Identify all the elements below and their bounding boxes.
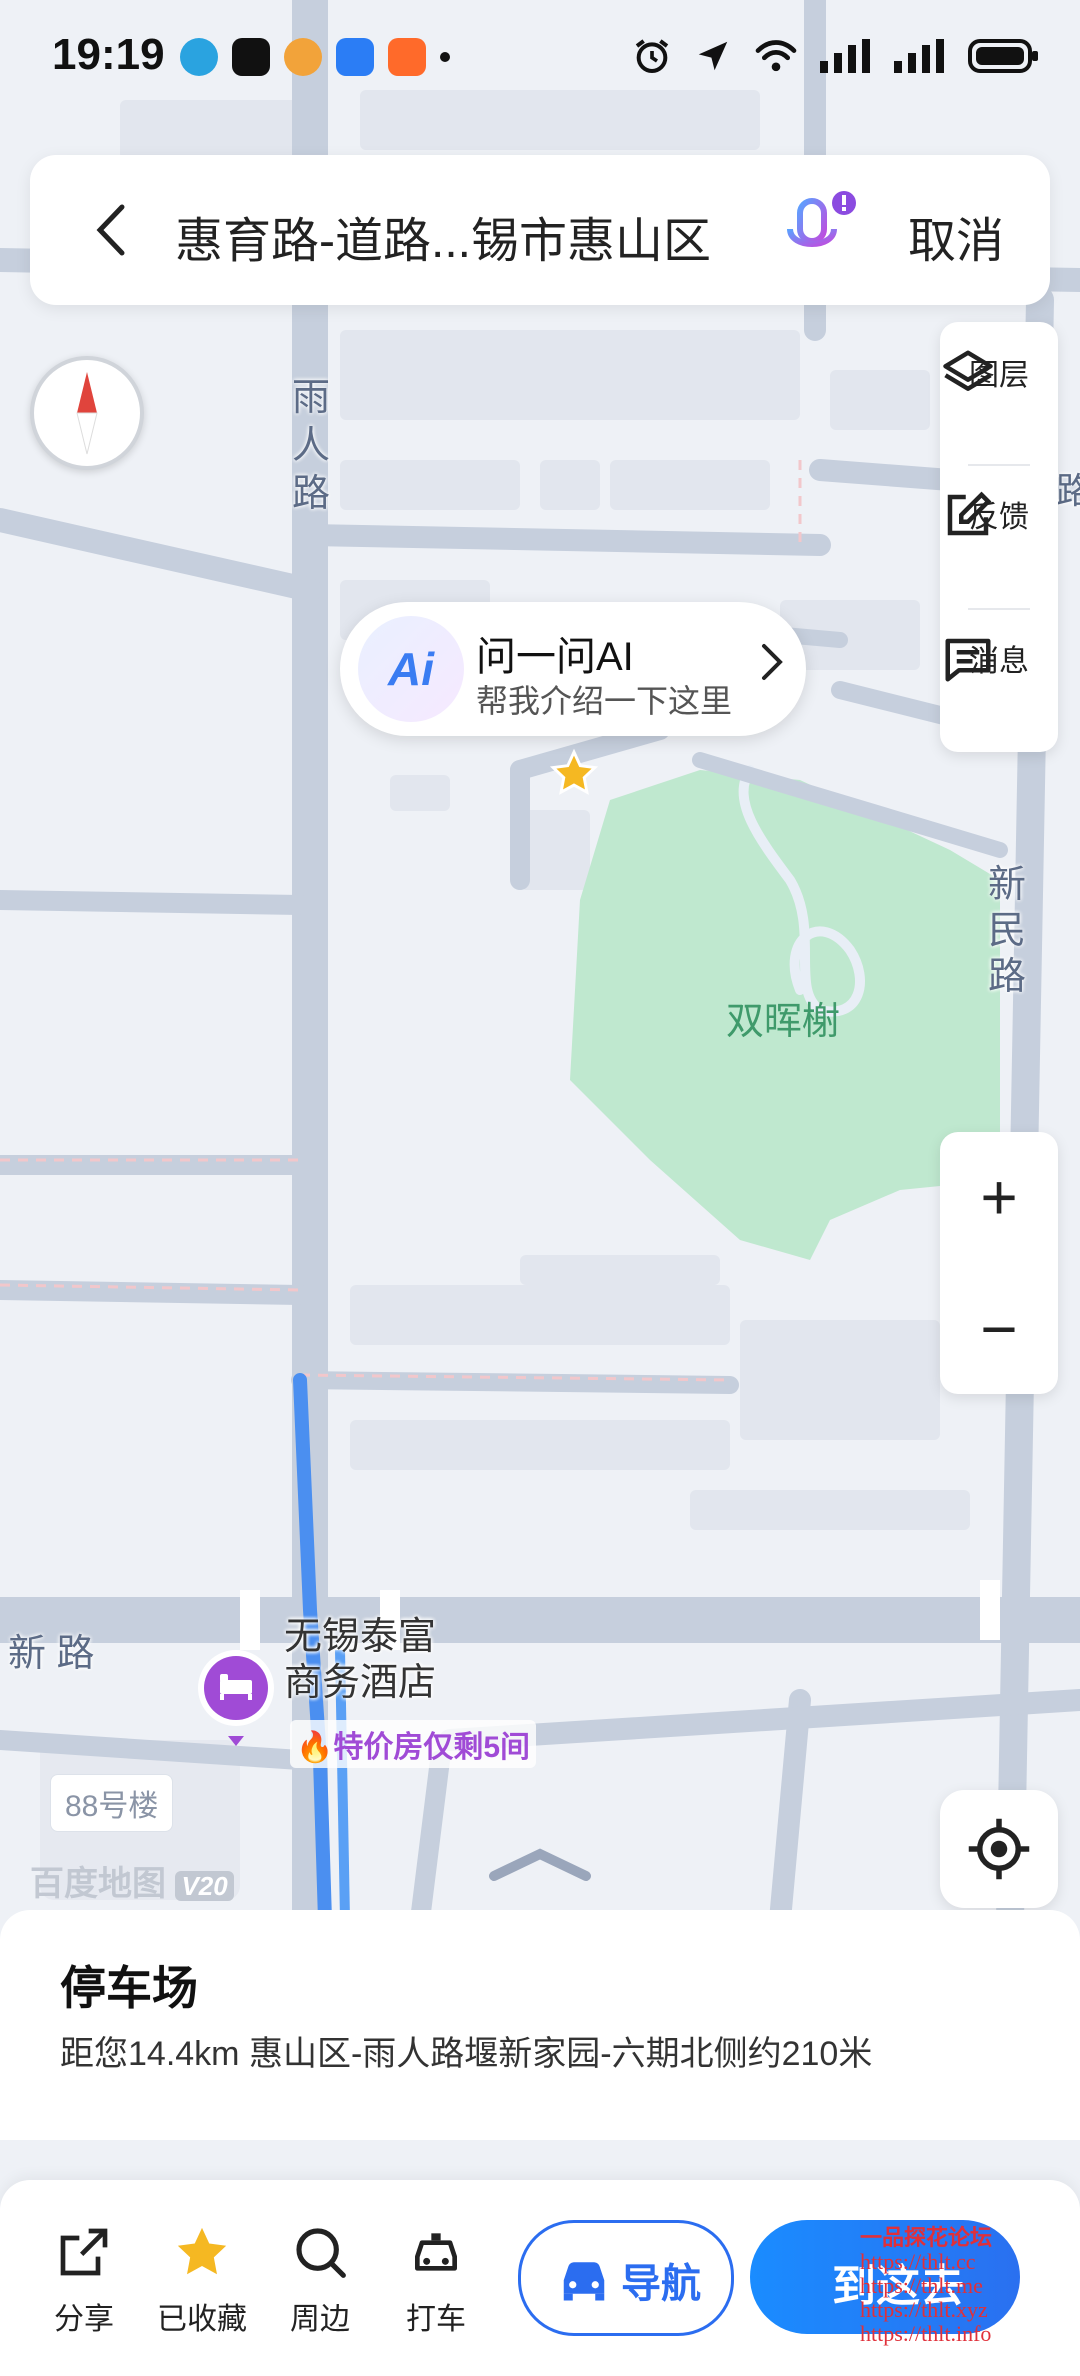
search-icon — [270, 2220, 370, 2284]
ask-ai-bubble[interactable]: Ai 问一问AI 帮我介绍一下这里 — [340, 602, 806, 736]
compass-icon[interactable] — [30, 356, 144, 470]
overlay-line: https://thlt.info — [860, 2321, 992, 2346]
status-time: 19:19 — [52, 30, 165, 79]
zoom-in-button[interactable]: + — [940, 1132, 1058, 1262]
taxi-button[interactable]: 打车 — [386, 2220, 486, 2338]
road-label-xinmin: 新民路 — [988, 864, 1027, 998]
share-label: 分享 — [54, 2303, 114, 2336]
map-watermark: 百度地图 V20 — [30, 1856, 234, 1905]
cancel-button[interactable]: 取消 — [908, 201, 1004, 271]
ai-subtitle: 帮我介绍一下这里 — [476, 683, 733, 719]
overlay-line: https://thlt.me — [860, 2273, 983, 2298]
watermark-brand: 百度地图 — [30, 1865, 166, 1903]
hotel-deal-badge: 🔥特价房仅剩5间 — [290, 1720, 537, 1768]
tools-divider — [968, 464, 1030, 466]
app-icon — [336, 38, 374, 76]
locate-me-button[interactable] — [940, 1790, 1058, 1908]
overlay-line: https://thlt.xyz — [860, 2297, 988, 2322]
voice-mic-icon[interactable] — [774, 189, 858, 278]
ai-logo-text: Ai — [388, 643, 434, 695]
zoom-out-button[interactable]: − — [940, 1264, 1058, 1394]
nearby-label: 周边 — [290, 2303, 350, 2336]
place-distance-address: 距您14.4km 惠山区-雨人路堰新家园-六期北侧约210米 — [60, 2035, 873, 2073]
taobao-icon — [388, 38, 426, 76]
alarm-icon — [632, 36, 672, 81]
taxi-icon — [386, 2220, 486, 2284]
place-title: 停车场 — [60, 1962, 198, 2014]
road-label-yuren: 雨人路 — [292, 377, 331, 515]
navigate-button[interactable]: 导航 — [518, 2220, 734, 2336]
signal-icon — [894, 39, 946, 78]
more-dot-icon — [440, 52, 450, 62]
status-indicators — [632, 36, 1040, 81]
signal-icon — [820, 39, 872, 78]
hotel-name-line1: 无锡泰富 — [284, 1616, 437, 1658]
tools-divider — [968, 608, 1030, 610]
hotel-name[interactable]: 无锡泰富 商务酒店 — [284, 1614, 436, 1706]
navigate-label: 导航 — [621, 2262, 701, 2306]
watermark-version: V20 — [175, 1871, 234, 1901]
overlay-watermark-text: 一品探花论坛 https://thlt.cc https://thlt.me h… — [860, 2226, 992, 2346]
building-tag: 88号楼 — [50, 1774, 174, 1832]
zoom-controls: + − — [940, 1132, 1058, 1394]
fire-icon: 🔥 — [296, 1731, 334, 1764]
back-arrow-icon[interactable] — [92, 203, 128, 262]
location-arrow-icon — [694, 37, 732, 80]
road-label-xin: 新 路 — [8, 1633, 95, 1675]
hotel-name-line2: 商务酒店 — [284, 1662, 437, 1704]
star-icon — [152, 2220, 252, 2284]
overlay-line: https://thlt.cc — [860, 2249, 976, 2274]
map-tools-panel: 图层 反馈 消息 — [940, 322, 1058, 752]
share-icon — [34, 2220, 134, 2284]
park-label: 双晖榭 — [726, 1001, 841, 1043]
nearby-button[interactable]: 周边 — [270, 2220, 370, 2338]
overlay-line: 一品探花论坛 — [860, 2225, 993, 2250]
search-bar[interactable]: 惠育路-道路...锡市惠山区 取消 — [30, 155, 1050, 305]
saved-label: 已收藏 — [157, 2303, 247, 2336]
place-detail-sheet[interactable]: 停车场 距您14.4km 惠山区-雨人路堰新家园-六期北侧约210米 — [0, 1910, 1080, 2140]
layers-button[interactable]: 图层 — [940, 346, 1058, 394]
app-icon — [232, 38, 270, 76]
basketball-icon — [284, 38, 322, 76]
battery-icon — [968, 39, 1040, 78]
status-bar: 19:19 — [0, 0, 1080, 118]
notification-icons — [180, 38, 450, 76]
message-button[interactable]: 消息 — [940, 632, 1058, 682]
saved-button[interactable]: 已收藏 — [152, 2220, 252, 2338]
telegram-icon — [180, 38, 218, 76]
taxi-label: 打车 — [406, 2303, 466, 2336]
feedback-button[interactable]: 反馈 — [940, 488, 1058, 536]
share-button[interactable]: 分享 — [34, 2220, 134, 2338]
ai-logo-icon: Ai — [358, 616, 464, 722]
ai-title: 问一问AI — [476, 635, 634, 679]
search-query-text[interactable]: 惠育路-道路...锡市惠山区 — [175, 201, 711, 271]
wifi-icon — [754, 38, 798, 79]
hotel-deal-text: 特价房仅剩5间 — [333, 1731, 531, 1764]
car-icon — [557, 2253, 611, 2308]
road-label-right: 路 — [1056, 470, 1080, 511]
